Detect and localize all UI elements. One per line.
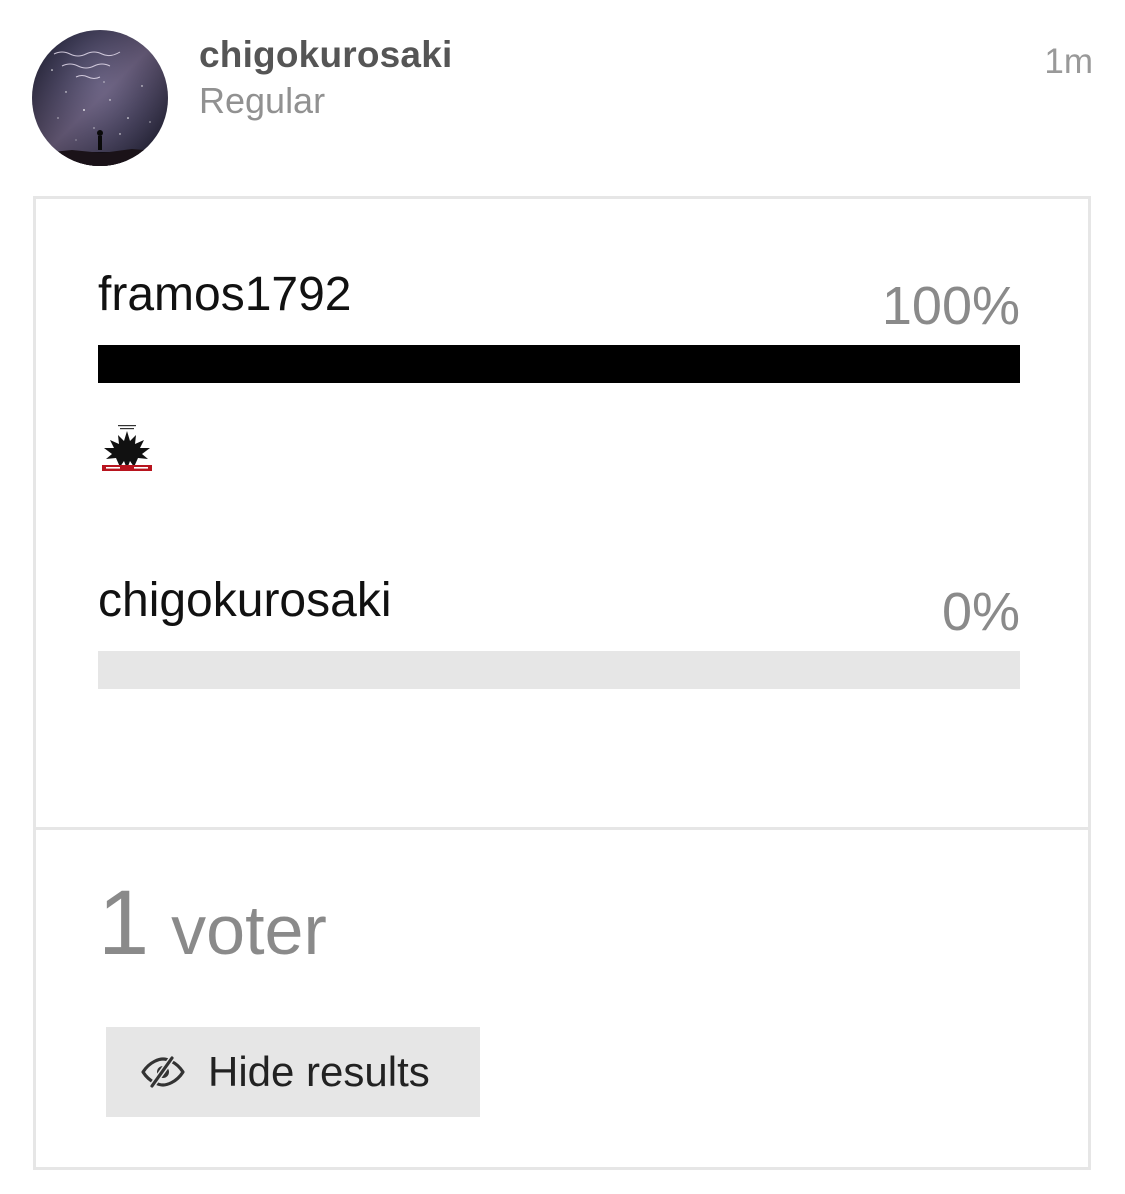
poll-option-name: chigokurosaki: [98, 574, 392, 627]
hide-results-button[interactable]: Hide results: [106, 1027, 480, 1117]
voter-count-label: voter: [171, 891, 327, 969]
poll-option-percent: 100%: [881, 276, 1020, 336]
voter-count: 1 voter: [98, 877, 327, 969]
post-age[interactable]: 1m: [1044, 42, 1093, 82]
poll-option-percent: 0%: [941, 582, 1020, 642]
phoenix-avatar-icon: [98, 421, 156, 479]
poll-option-bar: [98, 345, 1020, 383]
voter-count-number: 1: [98, 872, 150, 974]
poll-container: framos1792 100% chigokurosaki 0% 1 voter…: [33, 196, 1091, 1170]
user-title: Regular: [199, 80, 326, 121]
hide-results-label: Hide results: [208, 1048, 430, 1095]
post-header: chigokurosaki Regular 1m: [0, 0, 1125, 190]
voter-avatar[interactable]: [98, 421, 156, 479]
poll-option-bar-fill: [98, 345, 1020, 383]
user-avatar[interactable]: [32, 30, 168, 166]
eye-slash-icon: [141, 1056, 185, 1088]
night-sky-avatar-icon: [32, 30, 168, 166]
poll-option-name: framos1792: [98, 268, 352, 321]
poll-divider: [36, 827, 1088, 830]
username[interactable]: chigokurosaki: [199, 34, 452, 76]
poll-option-bar: [98, 651, 1020, 689]
